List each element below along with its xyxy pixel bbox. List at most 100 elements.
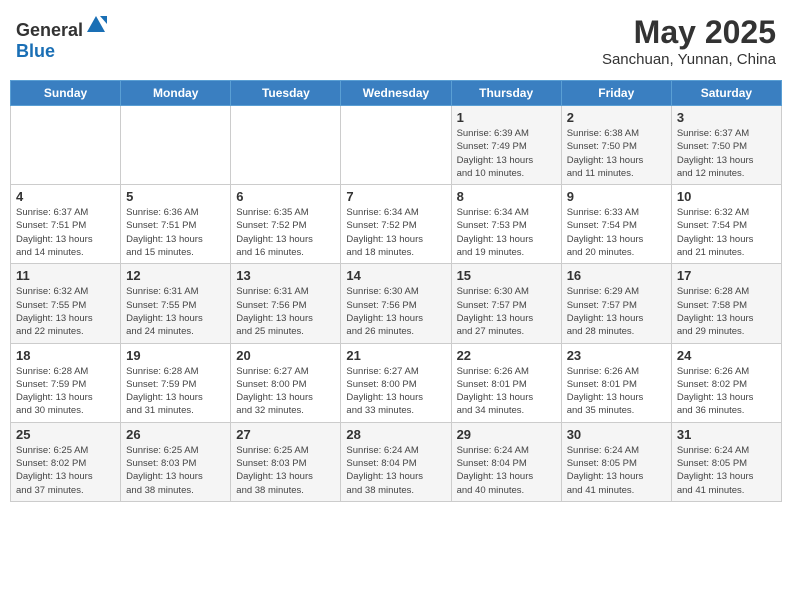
calendar-cell: 1Sunrise: 6:39 AM Sunset: 7:49 PM Daylig… — [451, 106, 561, 185]
calendar-cell — [341, 106, 451, 185]
calendar-cell: 9 Sunrise: 6:33 AM Sunset: 7:54 PM Daylig… — [561, 185, 671, 264]
calendar-cell — [231, 106, 341, 185]
calendar-header-row: SundayMondayTuesdayWednesdayThursdayFrid… — [11, 81, 782, 106]
day-number: 10 — [677, 189, 776, 204]
calendar-cell: 10 Sunrise: 6:32 AM Sunset: 7:54 PM Dayli… — [671, 185, 781, 264]
day-number: 1 — [457, 110, 556, 125]
calendar-cell: 15 Sunrise: 6:30 AM Sunset: 7:57 PM Dayli… — [451, 264, 561, 343]
day-number: 22 — [457, 348, 556, 363]
calendar-cell: 12 Sunrise: 6:31 AM Sunset: 7:55 PM Dayli… — [121, 264, 231, 343]
calendar-week-row: 4 Sunrise: 6:37 AM Sunset: 7:51 PM Daylig… — [11, 185, 782, 264]
day-info: Sunrise: 6:28 AM Sunset: 7:59 PM Dayligh… — [126, 365, 225, 418]
day-number: 7 — [346, 189, 445, 204]
day-info: Sunrise: 6:32 AM Sunset: 7:55 PM Dayligh… — [16, 285, 115, 338]
calendar-cell: 11 Sunrise: 6:32 AM Sunset: 7:55 PM Dayli… — [11, 264, 121, 343]
day-info: Sunrise: 6:27 AM Sunset: 8:00 PM Dayligh… — [346, 365, 445, 418]
calendar-cell: 18Sunrise: 6:28 AM Sunset: 7:59 PM Dayli… — [11, 343, 121, 422]
day-info: Sunrise: 6:33 AM Sunset: 7:54 PM Dayligh… — [567, 206, 666, 259]
month-year-title: May 2025 — [602, 14, 776, 51]
day-number: 16 — [567, 268, 666, 283]
day-info: Sunrise: 6:38 AM Sunset: 7:50 PM Dayligh… — [567, 127, 666, 180]
calendar-cell: 26 Sunrise: 6:25 AM Sunset: 8:03 PM Dayli… — [121, 422, 231, 501]
day-number: 23 — [567, 348, 666, 363]
day-number: 31 — [677, 427, 776, 442]
day-number: 18 — [16, 348, 115, 363]
calendar-cell: 17Sunrise: 6:28 AM Sunset: 7:58 PM Dayli… — [671, 264, 781, 343]
day-info: Sunrise: 6:25 AM Sunset: 8:03 PM Dayligh… — [236, 444, 335, 497]
day-number: 20 — [236, 348, 335, 363]
calendar-week-row: 18 Sunrise: 6:28 AM Sunset: 7:59 PM Dayli… — [11, 343, 782, 422]
calendar-week-row: 1Sunrise: 6:39 AM Sunset: 7:49 PM Daylig… — [11, 106, 782, 185]
day-of-week-header: Tuesday — [231, 81, 341, 106]
title-area: May 2025 Sanchuan, Yunnan, China — [602, 14, 776, 68]
day-number: 29 — [457, 427, 556, 442]
header: General Blue May 2025 Sanchuan, Yunnan, … — [10, 10, 782, 72]
day-info: Sunrise: 6:34 AM Sunset: 7:53 PM Dayligh… — [457, 206, 556, 259]
calendar-cell: 6 Sunrise: 6:35 AM Sunset: 7:52 PM Daylig… — [231, 185, 341, 264]
calendar-cell: 5 Sunrise: 6:36 AM Sunset: 7:51 PM Daylig… — [121, 185, 231, 264]
calendar-cell: 20 Sunrise: 6:27 AM Sunset: 8:00 PM Dayli… — [231, 343, 341, 422]
calendar-cell: 19 Sunrise: 6:28 AM Sunset: 7:59 PM Dayli… — [121, 343, 231, 422]
day-of-week-header: Monday — [121, 81, 231, 106]
day-number: 21 — [346, 348, 445, 363]
day-info: Sunrise: 6:31 AM Sunset: 7:55 PM Dayligh… — [126, 285, 225, 338]
calendar-cell: 14Sunrise: 6:30 AM Sunset: 7:56 PM Dayli… — [341, 264, 451, 343]
day-number: 19 — [126, 348, 225, 363]
day-of-week-header: Friday — [561, 81, 671, 106]
calendar-week-row: 25Sunrise: 6:25 AM Sunset: 8:02 PM Dayli… — [11, 422, 782, 501]
day-info: Sunrise: 6:29 AM Sunset: 7:57 PM Dayligh… — [567, 285, 666, 338]
logo-icon — [85, 14, 107, 36]
calendar-table: SundayMondayTuesdayWednesdayThursdayFrid… — [10, 80, 782, 502]
day-number: 8 — [457, 189, 556, 204]
day-info: Sunrise: 6:27 AM Sunset: 8:00 PM Dayligh… — [236, 365, 335, 418]
day-info: Sunrise: 6:30 AM Sunset: 7:57 PM Dayligh… — [457, 285, 556, 338]
day-number: 4 — [16, 189, 115, 204]
day-info: Sunrise: 6:25 AM Sunset: 8:02 PM Dayligh… — [16, 444, 115, 497]
calendar-cell: 3 Sunrise: 6:37 AM Sunset: 7:50 PM Daylig… — [671, 106, 781, 185]
location-title: Sanchuan, Yunnan, China — [602, 51, 776, 68]
calendar-cell: 13 Sunrise: 6:31 AM Sunset: 7:56 PM Dayli… — [231, 264, 341, 343]
day-number: 13 — [236, 268, 335, 283]
day-info: Sunrise: 6:34 AM Sunset: 7:52 PM Dayligh… — [346, 206, 445, 259]
day-number: 6 — [236, 189, 335, 204]
calendar-cell: 25Sunrise: 6:25 AM Sunset: 8:02 PM Dayli… — [11, 422, 121, 501]
day-number: 5 — [126, 189, 225, 204]
calendar-cell: 22 Sunrise: 6:26 AM Sunset: 8:01 PM Dayli… — [451, 343, 561, 422]
day-info: Sunrise: 6:32 AM Sunset: 7:54 PM Dayligh… — [677, 206, 776, 259]
day-info: Sunrise: 6:26 AM Sunset: 8:01 PM Dayligh… — [457, 365, 556, 418]
day-info: Sunrise: 6:25 AM Sunset: 8:03 PM Dayligh… — [126, 444, 225, 497]
day-info: Sunrise: 6:24 AM Sunset: 8:04 PM Dayligh… — [346, 444, 445, 497]
day-info: Sunrise: 6:37 AM Sunset: 7:50 PM Dayligh… — [677, 127, 776, 180]
day-of-week-header: Thursday — [451, 81, 561, 106]
day-number: 24 — [677, 348, 776, 363]
calendar-cell: 24 Sunrise: 6:26 AM Sunset: 8:02 PM Dayli… — [671, 343, 781, 422]
day-info: Sunrise: 6:24 AM Sunset: 8:05 PM Dayligh… — [567, 444, 666, 497]
day-number: 28 — [346, 427, 445, 442]
calendar-cell: 2Sunrise: 6:38 AM Sunset: 7:50 PM Daylig… — [561, 106, 671, 185]
calendar-week-row: 11 Sunrise: 6:32 AM Sunset: 7:55 PM Dayli… — [11, 264, 782, 343]
day-number: 9 — [567, 189, 666, 204]
day-number: 3 — [677, 110, 776, 125]
calendar-cell: 4 Sunrise: 6:37 AM Sunset: 7:51 PM Daylig… — [11, 185, 121, 264]
day-number: 30 — [567, 427, 666, 442]
day-number: 12 — [126, 268, 225, 283]
day-info: Sunrise: 6:31 AM Sunset: 7:56 PM Dayligh… — [236, 285, 335, 338]
calendar-cell — [121, 106, 231, 185]
day-info: Sunrise: 6:35 AM Sunset: 7:52 PM Dayligh… — [236, 206, 335, 259]
day-number: 26 — [126, 427, 225, 442]
day-number: 11 — [16, 268, 115, 283]
day-info: Sunrise: 6:24 AM Sunset: 8:05 PM Dayligh… — [677, 444, 776, 497]
calendar-cell: 16 Sunrise: 6:29 AM Sunset: 7:57 PM Dayli… — [561, 264, 671, 343]
logo: General Blue — [16, 14, 107, 62]
day-info: Sunrise: 6:36 AM Sunset: 7:51 PM Dayligh… — [126, 206, 225, 259]
day-number: 15 — [457, 268, 556, 283]
day-info: Sunrise: 6:30 AM Sunset: 7:56 PM Dayligh… — [346, 285, 445, 338]
day-info: Sunrise: 6:37 AM Sunset: 7:51 PM Dayligh… — [16, 206, 115, 259]
calendar-cell: 8 Sunrise: 6:34 AM Sunset: 7:53 PM Daylig… — [451, 185, 561, 264]
calendar-cell: 27Sunrise: 6:25 AM Sunset: 8:03 PM Dayli… — [231, 422, 341, 501]
day-of-week-header: Sunday — [11, 81, 121, 106]
day-number: 17 — [677, 268, 776, 283]
calendar-cell: 28 Sunrise: 6:24 AM Sunset: 8:04 PM Dayli… — [341, 422, 451, 501]
day-info: Sunrise: 6:26 AM Sunset: 8:02 PM Dayligh… — [677, 365, 776, 418]
calendar-cell: 21 Sunrise: 6:27 AM Sunset: 8:00 PM Dayli… — [341, 343, 451, 422]
